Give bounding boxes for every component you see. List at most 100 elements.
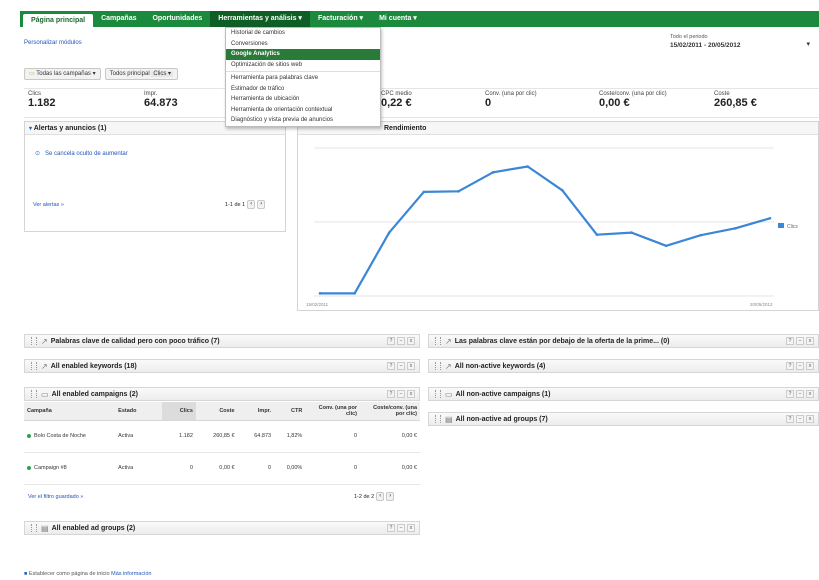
menu-item-traffic-estimator[interactable]: Estimador de tráfico (226, 84, 380, 95)
view-filter-dropdown[interactable]: Todos principal Clics ▾ (104, 68, 179, 80)
module-controls: ? – x (387, 390, 415, 398)
drag-handle-icon[interactable] (435, 362, 441, 370)
tab-home[interactable]: Página principal (23, 14, 94, 27)
drag-handle-icon[interactable] (435, 337, 441, 345)
tab-billing[interactable]: Facturación ▾ (310, 11, 371, 27)
status-dot-icon (27, 433, 31, 438)
next-page-icon[interactable]: › (257, 200, 266, 209)
more-info-link[interactable]: Más información (111, 571, 151, 577)
close-icon[interactable]: x (407, 524, 415, 532)
module-non-active-campaigns[interactable]: ▭ All non-active campaigns (1) ? – x (428, 387, 819, 401)
menu-item-placement-tool[interactable]: Herramienta de ubicación (226, 94, 380, 105)
minimize-icon[interactable]: – (796, 415, 804, 423)
x-tick-start: 15/02/2011 (306, 302, 329, 307)
top-navigation: Página principal Campañas Oportunidades … (20, 11, 819, 27)
drag-handle-icon[interactable] (31, 390, 37, 398)
settings-icon[interactable]: ? (387, 337, 395, 345)
col-status[interactable]: Estado (115, 402, 163, 421)
home-icon: ■ (24, 571, 28, 577)
module-title: All non-active keywords (4) (454, 362, 546, 370)
module-enabled-campaigns[interactable]: ▭ All enabled campaigns (2) ? – x (24, 387, 420, 401)
module-non-active-keywords[interactable]: ↗ All non-active keywords (4) ? – x (428, 359, 819, 373)
tab-tools[interactable]: Herramientas y análisis ▾ (210, 11, 310, 27)
menu-item-contextual-targeting[interactable]: Herramienta de orientación contextual (226, 105, 380, 116)
col-cost[interactable]: Coste (195, 402, 238, 421)
menu-item-keyword-tool[interactable]: Herramienta para palabras clave (226, 73, 380, 84)
view-alerts-link[interactable]: Ver alertas » (33, 202, 64, 208)
minimize-icon[interactable]: – (796, 337, 804, 345)
minimize-icon[interactable]: – (796, 390, 804, 398)
campaign-name-link[interactable]: Bolo Costa de Noche (24, 420, 116, 453)
settings-icon[interactable]: ? (786, 337, 794, 345)
drag-handle-icon[interactable] (31, 337, 37, 345)
module-low-traffic-keywords[interactable]: ↗ Palabras clave de calidad pero con poc… (24, 334, 420, 348)
col-conversions[interactable]: Conv. (una por clic) (305, 402, 361, 421)
collapse-icon[interactable]: ▾ (29, 126, 32, 132)
module-below-first-page-bid[interactable]: ↗ Las palabras clave están por debajo de… (428, 334, 819, 348)
col-ctr[interactable]: CTR (274, 402, 306, 421)
drag-handle-icon[interactable] (435, 390, 441, 398)
alert-item[interactable]: ⊙ Se cancela oculto de aumentar (35, 150, 128, 157)
stat-cost: Coste 260,85 € (714, 91, 757, 109)
close-icon[interactable]: x (806, 415, 814, 423)
close-icon[interactable]: x (806, 362, 814, 370)
prev-page-icon[interactable]: ‹ (376, 492, 385, 501)
minimize-icon[interactable]: – (397, 362, 405, 370)
performance-title: Rendimiento (384, 125, 427, 132)
view-saved-filter-link[interactable]: Ver el filtro guardado » (28, 494, 83, 500)
module-non-active-ad-groups[interactable]: ▤ All non-active ad groups (7) ? – x (428, 412, 819, 426)
col-clicks[interactable]: Clics (162, 402, 196, 421)
table-row: Bolo Costa de Noche Activa 1.182 260,85 … (24, 420, 420, 453)
drag-handle-icon[interactable] (31, 524, 37, 532)
module-enabled-keywords[interactable]: ↗ All enabled keywords (18) ? – x (24, 359, 420, 373)
menu-item-google-analytics[interactable]: Google Analytics (226, 49, 380, 60)
minimize-icon[interactable]: – (796, 362, 804, 370)
tab-campaigns[interactable]: Campañas (93, 11, 144, 27)
close-icon[interactable]: x (806, 390, 814, 398)
settings-icon[interactable]: ? (786, 415, 794, 423)
close-icon[interactable]: x (407, 390, 415, 398)
drag-handle-icon[interactable] (435, 415, 441, 423)
settings-icon[interactable]: ? (387, 524, 395, 532)
col-campaign[interactable]: Campaña (24, 402, 116, 421)
data-point (734, 227, 737, 230)
campaign-table: Campaña Estado Clics Coste Impr. CTR Con… (24, 402, 420, 485)
menu-item-conversions[interactable]: Conversiones (226, 39, 380, 50)
module-enabled-ad-groups[interactable]: ▤ All enabled ad groups (2) ? – x (24, 521, 420, 535)
menu-item-ad-diagnostics[interactable]: Diagnóstico y vista previa de anuncios (226, 115, 380, 126)
chart-points (318, 165, 772, 295)
customize-modules-link[interactable]: Personalizar módulos (24, 40, 82, 46)
cell-ctr: 1,82% (274, 420, 306, 453)
col-impressions[interactable]: Impr. (237, 402, 275, 421)
minimize-icon[interactable]: – (397, 524, 405, 532)
cell-cost-per-conversion: 0,00 € (360, 452, 420, 485)
module-controls: ? – x (786, 415, 814, 423)
stat-value: 260,85 € (714, 97, 757, 109)
tab-opportunities[interactable]: Oportunidades (144, 11, 210, 27)
drag-handle-icon[interactable] (31, 362, 37, 370)
stat-impressions: Impr. 64.873 (144, 91, 178, 109)
data-point (561, 188, 564, 192)
data-point (457, 190, 460, 193)
minimize-icon[interactable]: – (397, 390, 405, 398)
settings-icon[interactable]: ? (387, 390, 395, 398)
prev-page-icon[interactable]: ‹ (247, 200, 256, 209)
col-cost-per-conversion[interactable]: Coste/conv. (una por clic) (360, 402, 420, 421)
campaign-filter-dropdown[interactable]: ▭ Todas las campañas ▾ (24, 68, 101, 80)
tab-account[interactable]: Mi cuenta ▾ (371, 11, 425, 27)
minimize-icon[interactable]: – (397, 337, 405, 345)
settings-icon[interactable]: ? (387, 362, 395, 370)
menu-item-change-history[interactable]: Historial de cambios (226, 28, 380, 39)
menu-item-website-optimizer[interactable]: Optimización de sitios web (226, 60, 380, 71)
close-icon[interactable]: x (806, 337, 814, 345)
list-icon: ▤ (41, 523, 49, 533)
settings-icon[interactable]: ? (786, 362, 794, 370)
close-icon[interactable]: x (407, 337, 415, 345)
module-controls: ? – x (387, 362, 415, 370)
alerts-panel: ▾ Alertas y anuncios (1) ⊙ Se cancela ocu… (24, 121, 286, 232)
next-page-icon[interactable]: › (386, 492, 395, 501)
close-icon[interactable]: x (407, 362, 415, 370)
settings-icon[interactable]: ? (786, 390, 794, 398)
campaign-name-link[interactable]: Campaign #8 (24, 452, 116, 485)
date-range-selector[interactable]: Todo el periodo 15/02/2011 - 20/05/2012 … (670, 34, 810, 56)
